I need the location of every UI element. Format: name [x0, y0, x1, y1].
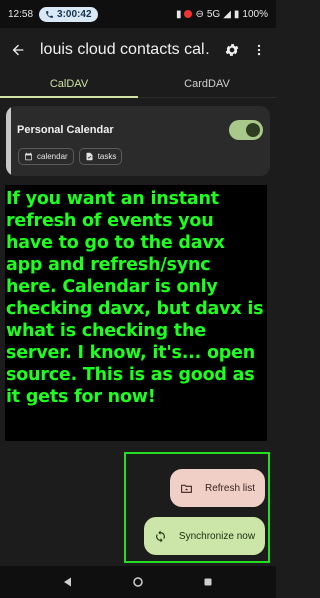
page-title: louis cloud contacts cal… [40, 41, 210, 58]
sync-icon [156, 530, 165, 542]
vibrate-icon: ▮ [175, 8, 182, 20]
signal-icon: ◢ [223, 8, 231, 20]
home-nav-icon[interactable] [132, 576, 144, 588]
status-icons: ▮ ⊖ 5G ◢ ▮ 100% [176, 9, 268, 20]
chip-calendar-label: calendar [37, 152, 68, 161]
calendar-sync-toggle[interactable] [229, 120, 263, 140]
calendar-color-stripe [6, 106, 11, 176]
network-label: 5G [206, 8, 221, 20]
refresh-list-button[interactable]: Refresh list [170, 469, 265, 507]
tab-carddav[interactable]: CardDAV [138, 72, 276, 97]
battery-level: 100% [242, 8, 268, 20]
ongoing-call-chip[interactable]: 3:00:42 [39, 6, 98, 22]
call-timer: 3:00:42 [57, 8, 92, 20]
do-not-disturb-icon: ⊖ [195, 8, 204, 20]
toggle-knob [246, 123, 260, 137]
tab-bar: CalDAV CardDAV [0, 72, 276, 98]
annotation-text: If you want an instant refresh of events… [6, 189, 264, 407]
chip-tasks-label: tasks [97, 152, 117, 161]
annotation-overlay: If you want an instant refresh of events… [5, 185, 267, 441]
gear-icon[interactable] [224, 42, 240, 58]
tab-caldav[interactable]: CalDAV [0, 72, 138, 98]
app-bar: louis cloud contacts cal… [0, 28, 276, 72]
calendar-card[interactable]: Personal Calendar calendar tasks [6, 106, 270, 176]
synchronize-now-button[interactable]: Synchronize now [144, 517, 265, 555]
chip-calendar: calendar [18, 148, 74, 165]
status-time: 12:58 [8, 8, 34, 20]
capability-chips: calendar tasks [18, 148, 123, 165]
folder-sync-icon [181, 484, 192, 493]
phone-icon [46, 10, 53, 18]
recents-nav-icon[interactable] [202, 576, 214, 588]
back-arrow-icon[interactable] [10, 42, 26, 58]
more-options-icon[interactable] [252, 42, 266, 58]
tasks-icon [86, 152, 93, 161]
calendar-icon [25, 152, 32, 161]
status-bar: 12:58 3:00:42 ▮ ⊖ 5G ◢ ▮ 100% [0, 0, 276, 28]
synchronize-now-label: Synchronize now [178, 530, 256, 542]
system-nav-bar [0, 566, 276, 598]
battery-icon: ▮ [233, 8, 240, 20]
refresh-list-label: Refresh list [204, 482, 255, 494]
back-nav-icon[interactable] [62, 576, 74, 588]
calendar-name: Personal Calendar [17, 124, 114, 136]
recording-icon [184, 10, 193, 18]
chip-tasks: tasks [78, 148, 123, 165]
